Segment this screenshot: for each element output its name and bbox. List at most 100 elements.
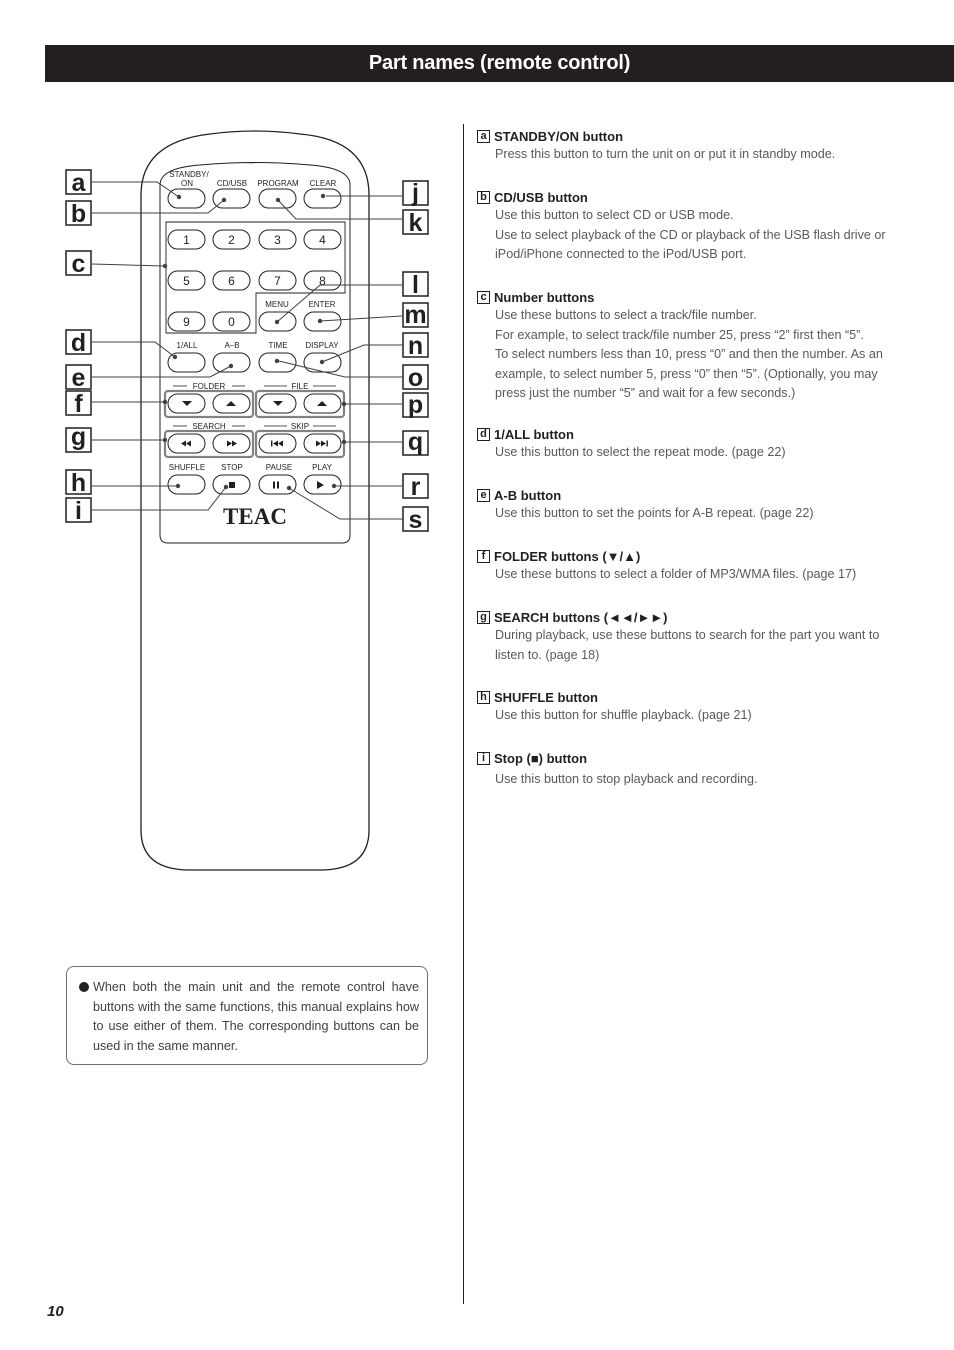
- description-title: 1/ALL button: [494, 426, 574, 442]
- label-pause: PAUSE: [266, 463, 293, 472]
- label-program: PROGRAM: [257, 179, 299, 188]
- column-divider: [463, 124, 464, 1304]
- note-box: When both the main unit and the remote c…: [66, 966, 428, 1065]
- number-label-0: 0: [228, 315, 235, 329]
- note-text: When both the main unit and the remote c…: [93, 980, 419, 1053]
- letter-box: a: [477, 129, 490, 143]
- description-item-c: c Number buttons Use these buttons to sel…: [477, 288, 897, 425]
- page-title: Part names (remote control): [368, 52, 631, 74]
- brand-logo: TEAC: [223, 504, 287, 529]
- description-title: SEARCH buttons (◄◄/►►): [494, 609, 668, 625]
- label-folder: FOLDER: [193, 382, 226, 391]
- description-line: Use this button to stop playback and rec…: [495, 772, 758, 786]
- callout-a: a: [72, 169, 87, 197]
- number-label-1: 1: [183, 233, 190, 247]
- label-1all: 1/ALL: [177, 341, 198, 350]
- description-item-a: a STANDBY/ON button Press this button to …: [477, 127, 897, 188]
- description-title: SHUFFLE button: [494, 689, 598, 705]
- bullet-icon: [79, 982, 89, 992]
- description-line: Use this button to select CD or USB mode…: [495, 208, 734, 222]
- description-item-f: f FOLDER buttons (▼/▲) Use these buttons …: [477, 547, 897, 608]
- letter-box: i: [477, 751, 490, 765]
- callout-o: o: [408, 364, 423, 392]
- callout-d: d: [71, 329, 86, 357]
- label-play: PLAY: [312, 463, 333, 472]
- description-line: Use to select playback of the CD or play…: [495, 227, 886, 262]
- description-line: For example, to select track/file number…: [495, 327, 864, 342]
- number-label-3: 3: [274, 233, 281, 247]
- standby-on-button[interactable]: [167, 188, 206, 209]
- description-title: Number buttons: [494, 289, 595, 305]
- description-line: To select numbers less than 10, press “0…: [495, 347, 883, 400]
- enter-button[interactable]: [303, 311, 342, 332]
- letter-box: e: [477, 488, 490, 502]
- section-title-bar: Part names (remote control): [45, 45, 954, 82]
- label-ab: A–B: [224, 341, 239, 350]
- stop-icon: [229, 482, 235, 488]
- description-line: Use these buttons to select a track/file…: [495, 308, 757, 322]
- cd-usb-button[interactable]: [212, 188, 251, 209]
- label-search: SEARCH: [192, 422, 226, 431]
- description-line: Press this button to turn the unit on or…: [495, 147, 836, 161]
- callout-c: c: [72, 250, 86, 278]
- callout-q: q: [408, 428, 423, 456]
- callout-n: n: [408, 332, 423, 360]
- description-title: Stop (■) button: [494, 750, 588, 766]
- number-label-9: 9: [183, 315, 190, 329]
- callout-s: s: [409, 506, 423, 534]
- label-file: FILE: [292, 382, 309, 391]
- label-menu: MENU: [265, 300, 289, 309]
- number-label-8: 8: [319, 274, 326, 288]
- callout-m: m: [404, 301, 426, 329]
- clear-button[interactable]: [303, 188, 342, 209]
- description-line: Use this button to select the repeat mod…: [495, 445, 786, 459]
- label-standby: STANDBY/: [169, 170, 209, 179]
- letter-box: f: [477, 549, 490, 563]
- description-item-e: e A-B button Use this button to set the p…: [477, 486, 897, 547]
- description-item-i: i Stop (■) button Use this button to stop…: [477, 749, 897, 790]
- description-title: STANDBY/ON button: [494, 128, 624, 144]
- callout-k: k: [409, 209, 423, 237]
- label-stop: STOP: [221, 463, 243, 472]
- label-enter: ENTER: [308, 300, 335, 309]
- number-label-4: 4: [319, 233, 326, 247]
- label-display: DISPLAY: [305, 341, 339, 350]
- description-item-b: b CD/USB button Use this button to select…: [477, 188, 897, 288]
- label-shuffle: SHUFFLE: [169, 463, 205, 472]
- letter-box: c: [477, 290, 490, 304]
- label-cdusb: CD/USB: [217, 179, 247, 188]
- callout-e: e: [72, 364, 86, 392]
- callout-b: b: [71, 200, 86, 228]
- description-line: Use this button to set the points for A-…: [495, 506, 814, 520]
- shuffle-button[interactable]: [167, 474, 206, 495]
- label-clear: CLEAR: [310, 179, 337, 188]
- description-line: Use these buttons to select a folder of …: [495, 567, 857, 581]
- label-skip: SKIP: [291, 422, 309, 431]
- callout-f: f: [74, 390, 83, 418]
- description-title: CD/USB button: [494, 189, 588, 205]
- number-label-6: 6: [228, 274, 235, 288]
- letter-box: d: [477, 427, 490, 441]
- description-title: FOLDER buttons (▼/▲): [494, 548, 641, 564]
- description-title: A-B button: [494, 487, 562, 503]
- ab-button[interactable]: [212, 352, 251, 373]
- callout-h: h: [71, 469, 86, 497]
- callout-l: l: [412, 271, 419, 299]
- callout-r: r: [411, 473, 421, 501]
- callout-i: i: [75, 497, 82, 525]
- callout-p: p: [408, 391, 423, 419]
- letter-box: h: [477, 690, 490, 704]
- number-label-5: 5: [183, 274, 190, 288]
- callout-j: j: [411, 179, 419, 207]
- page-number: 10: [47, 1303, 64, 1320]
- description-item-h: h SHUFFLE button Use this button for shuf…: [477, 688, 897, 749]
- label-standby-on: ON: [181, 179, 193, 188]
- number-label-7: 7: [274, 274, 281, 288]
- number-label-2: 2: [228, 233, 235, 247]
- letter-box: b: [477, 190, 490, 204]
- description-item-d: d 1/ALL button Use this button to select …: [477, 425, 897, 486]
- letter-box: g: [477, 610, 490, 624]
- callout-g: g: [71, 423, 86, 451]
- description-line: During playback, use these buttons to se…: [495, 628, 880, 662]
- description-line: Use this button for shuffle playback. (p…: [495, 708, 752, 722]
